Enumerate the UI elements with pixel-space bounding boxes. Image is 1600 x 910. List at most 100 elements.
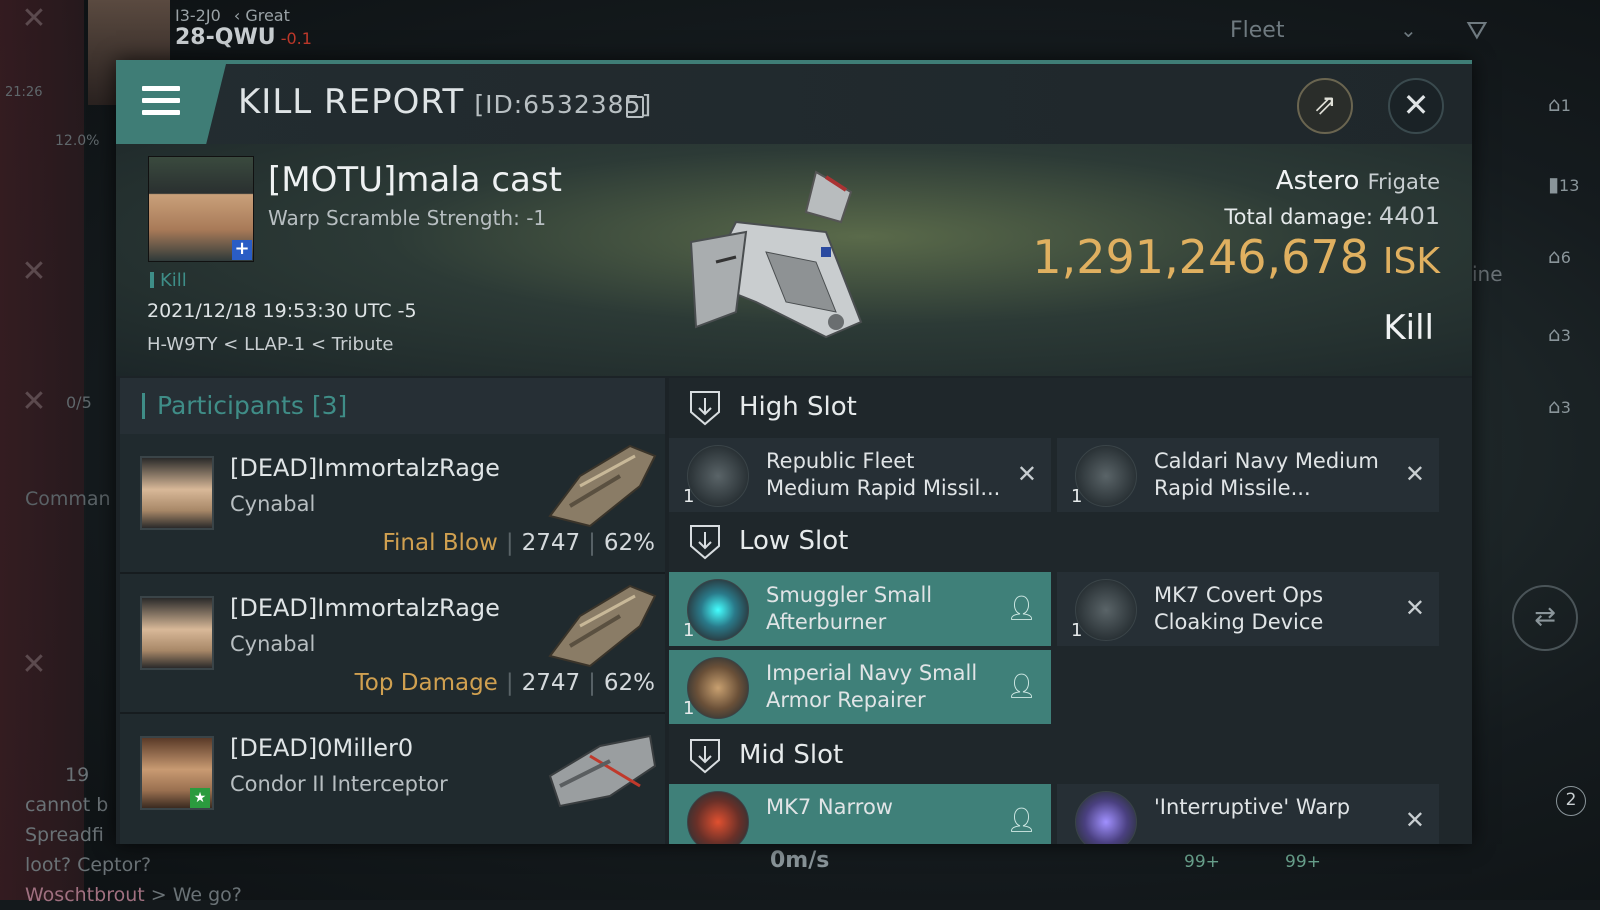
plus-icon: + xyxy=(232,240,252,260)
module-item[interactable]: 1 Caldari Navy Medium Rapid Missile... ✕ xyxy=(1057,438,1439,512)
module-quantity: 1 xyxy=(683,620,695,641)
dialog-title: KILL REPORT [ID:6532385] xyxy=(238,82,653,122)
total-damage: Total damage: 4401 xyxy=(1224,202,1440,230)
system-info[interactable]: I3-2J0 ‹ Great 28-QWU -0.1 xyxy=(175,6,312,50)
destroyed-icon: ✕ xyxy=(1404,806,1425,834)
star-icon: ★ xyxy=(190,788,210,808)
chat-line: Woschtbrout > We go? xyxy=(25,884,242,906)
person-icon: 👤︎ xyxy=(1006,806,1037,834)
module-badge: 99+ xyxy=(1285,852,1321,872)
speed-readout: 0m/s xyxy=(770,848,830,873)
shield-icon xyxy=(690,391,720,426)
launcher-icon xyxy=(687,445,749,507)
overview-item-4[interactable]: ⌂3 xyxy=(1548,322,1571,346)
armor-repairer-icon xyxy=(687,657,749,719)
participants-panel: Participants [3] [DEAD]ImmortalzRage Cyn… xyxy=(120,378,665,844)
participant-ship: Cynabal xyxy=(230,492,316,516)
participant-ship-image xyxy=(548,584,657,668)
overview-item-5[interactable]: ⌂3 xyxy=(1548,394,1571,418)
overview-partial-text: ine xyxy=(1472,262,1503,286)
module-name: Republic Fleet Medium Rapid Missil... xyxy=(766,449,1001,500)
module-name: 'Interruptive' Warp xyxy=(1154,795,1351,819)
system-sec-line: I3-2J0 xyxy=(175,6,221,25)
person-icon: 👤︎ xyxy=(1006,594,1037,622)
participant-ship: Cynabal xyxy=(230,632,316,656)
person-icon: 👤︎ xyxy=(1006,672,1037,700)
module-item[interactable]: 1 Imperial Navy Small Armor Repairer 👤︎ xyxy=(669,650,1051,724)
module-name: Smuggler Small Afterburner xyxy=(766,583,933,634)
kill-tag: Kill xyxy=(150,270,187,291)
kill-location[interactable]: H-W9TY < LLAP-1 < Tribute xyxy=(147,334,394,355)
module-name: Caldari Navy Medium Rapid Missile... xyxy=(1154,449,1379,500)
participant-ship-image xyxy=(548,444,657,528)
module-quantity: 1 xyxy=(1071,620,1083,641)
participant-stats: Final Blow | 2747 | 62% xyxy=(382,530,655,556)
module-quantity: 1 xyxy=(683,698,695,719)
participant-ship: Condor II Interceptor xyxy=(230,772,448,796)
participant-portrait[interactable] xyxy=(140,596,214,670)
participants-header: Participants [3] xyxy=(120,378,665,434)
chat-line: loot? Ceptor? xyxy=(25,854,152,876)
destroyed-icon: ✕ xyxy=(1016,460,1037,488)
module-name: MK7 Covert Ops Cloaking Device xyxy=(1154,583,1324,634)
module-item[interactable]: 1 Republic Fleet Medium Rapid Missil... … xyxy=(669,438,1051,512)
module-quantity: 1 xyxy=(1071,486,1083,507)
swap-icon[interactable]: ⇄ xyxy=(1512,585,1578,651)
participant-stats: Top Damage | 2747 | 62% xyxy=(354,670,655,696)
module-name: MK7 Narrow xyxy=(766,795,893,819)
mid-slot-header: Mid Slot xyxy=(669,726,1472,786)
drone-count-badge: 2 xyxy=(1556,786,1586,816)
fleet-dropdown[interactable]: Fleet xyxy=(1230,18,1284,43)
tools-icon[interactable]: ✕ xyxy=(17,255,51,289)
participant-name: [DEAD]0Miller0 xyxy=(230,734,414,762)
participant-portrait[interactable] xyxy=(140,456,214,530)
overview-item-2[interactable]: ▮13 xyxy=(1548,172,1579,196)
module-item[interactable]: 1 Smuggler Small Afterburner 👤︎ xyxy=(669,572,1051,646)
module-item[interactable]: 'Interruptive' Warp ✕ xyxy=(1057,784,1439,844)
ship-type[interactable]: Astero Frigate xyxy=(1276,166,1440,196)
participant-row[interactable]: [DEAD]ImmortalzRage Cynabal Final Blow | 2… xyxy=(120,434,665,574)
close-icon[interactable]: ✕ xyxy=(17,648,51,682)
module-name: Imperial Navy Small Armor Repairer xyxy=(766,661,978,712)
warp-scramble-strength: Warp Scramble Strength: -1 xyxy=(268,206,547,230)
overview-item-1[interactable]: ⌂1 xyxy=(1548,92,1571,116)
close-icon[interactable]: ✕ xyxy=(17,385,51,419)
counter-text: 0/5 xyxy=(66,393,92,412)
standing-text: ‹ Great xyxy=(233,6,290,25)
module-item[interactable]: MK7 Narrow 👤︎ xyxy=(669,784,1051,844)
menu-button[interactable] xyxy=(116,64,226,144)
system-name: 28-QWU xyxy=(175,25,276,50)
module-quantity: 1 xyxy=(683,486,695,507)
filter-icon[interactable]: ⛛ xyxy=(1466,16,1488,47)
close-icon[interactable]: ✕ xyxy=(17,2,51,36)
close-icon: ✕ xyxy=(1402,86,1430,124)
fitting-slots-panel: High Slot 1 Republic Fleet Medium Rapid … xyxy=(669,378,1472,844)
victim-name[interactable]: [MOTU]mala cast xyxy=(268,160,562,200)
participant-name: [DEAD]ImmortalzRage xyxy=(230,594,500,622)
destroyed-icon: ✕ xyxy=(1404,460,1425,488)
menu-icon xyxy=(142,86,180,122)
shield-icon xyxy=(690,739,720,774)
shield-icon xyxy=(690,525,720,560)
overview-item-3[interactable]: ⌂6 xyxy=(1548,244,1571,268)
afterburner-icon xyxy=(687,579,749,641)
command-label[interactable]: Comman xyxy=(25,488,111,510)
security-status: -0.1 xyxy=(280,29,312,48)
destroyed-icon: ✕ xyxy=(1404,594,1425,622)
share-button[interactable]: ⇗ xyxy=(1297,78,1353,134)
launcher-icon xyxy=(1075,445,1137,507)
title-bar: KILL REPORT [ID:6532385] ⇗ ✕ xyxy=(116,64,1472,144)
victim-ship-image[interactable] xyxy=(676,162,876,352)
copy-icon[interactable] xyxy=(626,96,644,118)
module-item[interactable]: 1 MK7 Covert Ops Cloaking Device ✕ xyxy=(1057,572,1439,646)
kill-datetime: 2021/12/18 19:53:30 UTC -5 xyxy=(147,300,417,322)
chevron-down-icon[interactable]: ⌄ xyxy=(1400,18,1417,42)
close-button[interactable]: ✕ xyxy=(1388,78,1444,134)
participant-row[interactable]: [DEAD]ImmortalzRage Cynabal Top Damage | 2… xyxy=(120,574,665,714)
kill-report-dialog: KILL REPORT [ID:6532385] ⇗ ✕ + [MOTU]mala… xyxy=(116,60,1472,844)
percent-text: 12.0% xyxy=(55,133,100,149)
participant-row[interactable]: ★ [DEAD]0Miller0 Condor II Interceptor xyxy=(120,714,665,844)
external-link-icon: ⇗ xyxy=(1313,88,1337,121)
participant-name: [DEAD]ImmortalzRage xyxy=(230,454,500,482)
high-slot-header: High Slot xyxy=(669,378,1472,438)
